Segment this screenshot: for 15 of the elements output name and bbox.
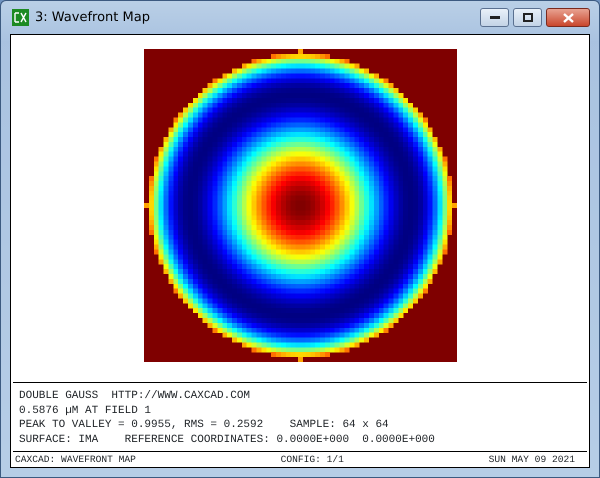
footer-title: CAXCAD: WAVEFRONT MAP — [15, 453, 136, 467]
close-icon — [562, 12, 574, 22]
info-text: DOUBLE GAUSS HTTP://WWW.CAXCAD.COM — [19, 389, 250, 404]
window-title: 3: Wavefront Map — [35, 8, 150, 27]
close-button[interactable] — [546, 8, 590, 27]
maximize-icon — [522, 13, 532, 22]
info-text: PEAK TO VALLEY = 0.9955, RMS = 0.2592 SAMPLE: 64 x 64 — [19, 418, 389, 432]
config-text: CONFIG: 1/1 — [280, 453, 344, 467]
minimize-icon — [490, 16, 500, 20]
app-logo-icon — [12, 9, 29, 26]
info-text: SURFACE: IMA REFERENCE COORDINATES: 0.0000E+000 0.0000E+000 — [19, 432, 435, 447]
info-text: 0.5876 µM AT FIELD 1 — [19, 404, 152, 418]
maximize-button[interactable] — [513, 8, 542, 27]
minimize-button[interactable] — [480, 8, 509, 27]
date-text: SUN MAY 09 2021 — [488, 453, 575, 467]
